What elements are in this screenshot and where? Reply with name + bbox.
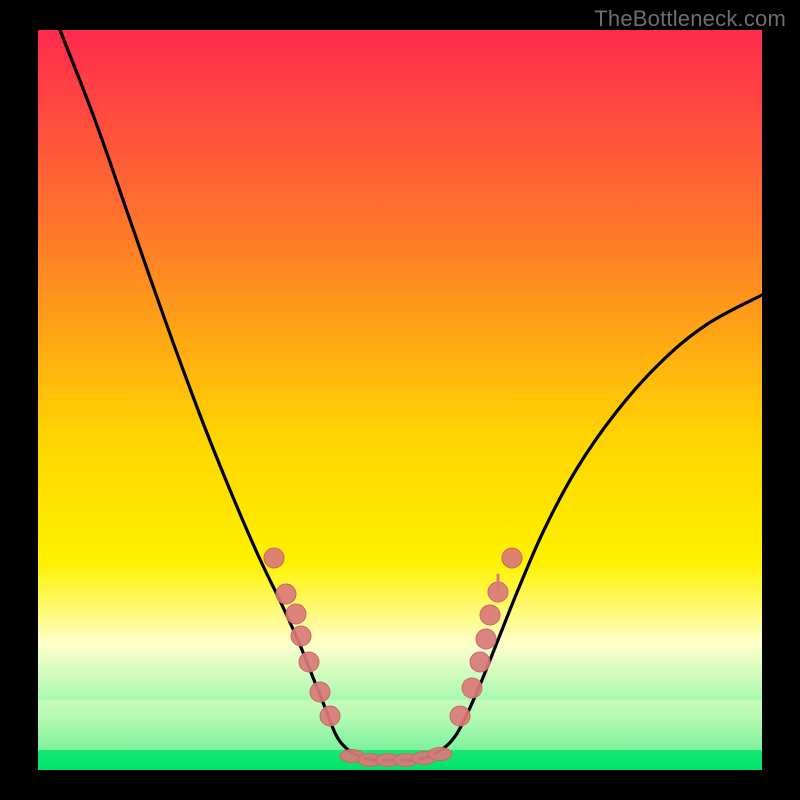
curve-marker-right xyxy=(502,548,522,568)
curve-marker-left xyxy=(310,682,330,702)
curve-marker-bottom xyxy=(428,748,452,761)
curve-marker-left xyxy=(264,548,284,568)
curve-marker-left xyxy=(276,584,296,604)
curve-marker-left xyxy=(286,604,306,624)
curve-marker-right xyxy=(470,652,490,672)
curve-marker-left xyxy=(299,652,319,672)
curve-marker-right xyxy=(476,629,496,649)
pale-band xyxy=(38,700,762,750)
bottleneck-curve-chart xyxy=(0,0,800,800)
watermark-text: TheBottleneck.com xyxy=(594,6,786,32)
curve-marker-right xyxy=(450,706,470,726)
curve-marker-left xyxy=(320,706,340,726)
plot-background xyxy=(38,30,762,770)
curve-marker-right xyxy=(480,605,500,625)
curve-marker-left xyxy=(291,626,311,646)
curve-marker-right xyxy=(462,678,482,698)
chart-frame: TheBottleneck.com xyxy=(0,0,800,800)
